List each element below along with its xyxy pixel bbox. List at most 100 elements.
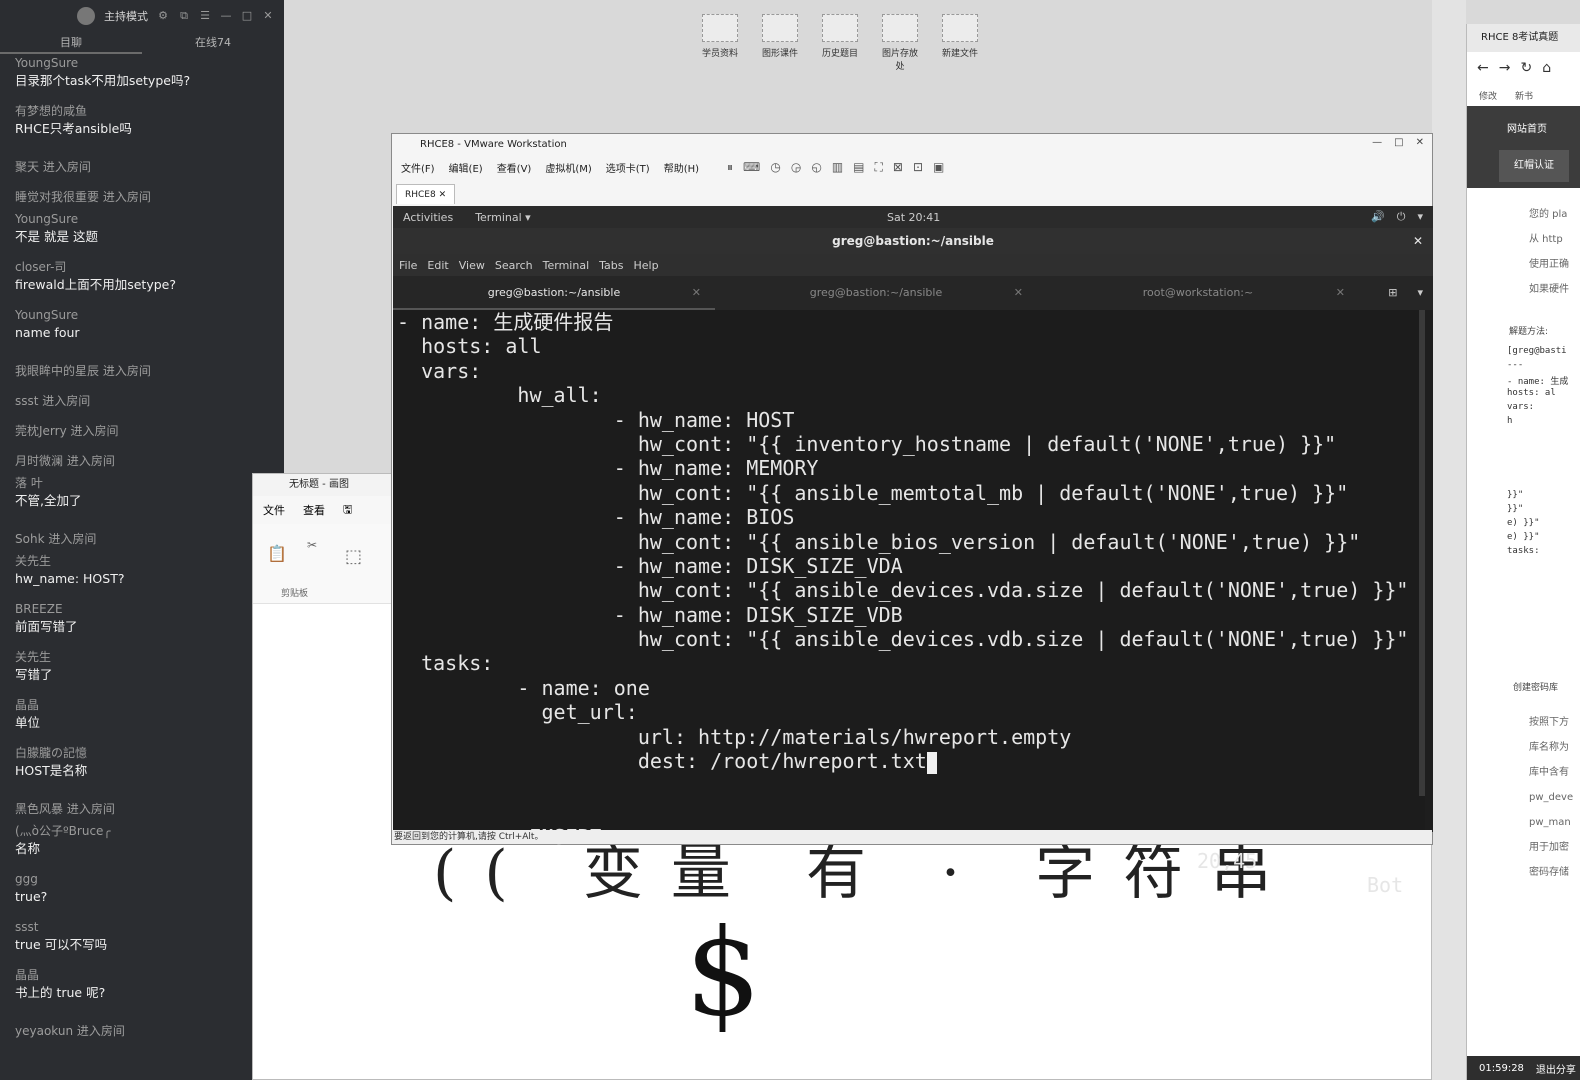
- settings-icon[interactable]: ⚙: [157, 10, 169, 22]
- editor-lines: - name: 生成硬件报告 hosts: all vars: hw_all: …: [393, 310, 1425, 774]
- fullscreen-icon[interactable]: ⛶: [875, 160, 883, 175]
- close-tab-icon[interactable]: ✕: [1336, 276, 1345, 310]
- code-line-text: hw_cont: "{{ inventory_hostname | defaul…: [397, 431, 1337, 456]
- close-icon[interactable]: ✕: [1416, 137, 1424, 148]
- sidebar-icon[interactable]: ▥: [832, 160, 843, 175]
- terminal-app-menu[interactable]: Terminal ▾: [475, 211, 531, 224]
- exit-share-button[interactable]: 退出分享: [1536, 1061, 1576, 1076]
- popout-icon[interactable]: ⧉: [178, 10, 190, 22]
- code-line-text: - name: 生成硬件报告: [397, 310, 614, 334]
- code-line-text: - hw_name: MEMORY: [397, 456, 819, 481]
- forward-icon[interactable]: →: [1499, 60, 1511, 76]
- menu-vm[interactable]: 虚拟机(M): [545, 160, 591, 175]
- chat-tabs: 目聊 在线74: [0, 32, 284, 54]
- volume-icon[interactable]: 🔊: [1371, 210, 1385, 224]
- desktop-icon[interactable]: 历史题目: [818, 14, 862, 72]
- paint-menu-file[interactable]: 文件: [263, 502, 285, 518]
- close-tab-icon[interactable]: ✕: [1014, 276, 1023, 310]
- menu-icon[interactable]: ☰: [199, 10, 211, 22]
- bookmark[interactable]: 修改: [1479, 89, 1497, 102]
- select-icon[interactable]: ⬚: [345, 546, 362, 567]
- terminal-tab[interactable]: greg@bastion:~/ansible ✕: [393, 276, 715, 310]
- terminal-tab-label: greg@bastion:~/ansible: [809, 286, 943, 299]
- menu-edit[interactable]: 编辑(E): [449, 160, 483, 175]
- browser-tab[interactable]: RHCE 8考试真题: [1467, 24, 1580, 52]
- activities-button[interactable]: Activities: [403, 211, 453, 224]
- close-tab-icon[interactable]: ✕: [692, 276, 701, 310]
- menu-help[interactable]: 帮助(H): [664, 160, 699, 175]
- vmware-toolbar: ⏸ ⌨ ◷ ◶ ◵ ▥ ▤ ⛶ ⊠ ⊡ ▣: [727, 160, 944, 175]
- chat-username: BREEZE: [15, 602, 63, 616]
- reload-icon[interactable]: ↻: [1520, 60, 1532, 76]
- clipboard-icon[interactable]: 📋: [267, 544, 287, 563]
- terminal-menu-view[interactable]: View: [459, 259, 485, 272]
- maximize-icon[interactable]: □: [241, 10, 253, 22]
- desktop-icon[interactable]: 图形课件: [758, 14, 802, 72]
- terminal-menu-help[interactable]: Help: [634, 259, 659, 272]
- home-icon[interactable]: ⌂: [1542, 60, 1551, 76]
- chevron-down-icon[interactable]: ▾: [1417, 276, 1423, 310]
- scrollbar[interactable]: [1419, 310, 1425, 796]
- desktop-icon[interactable]: 学员资料: [698, 14, 742, 72]
- code-line: hw_cont: "{{ ansible_memtotal_mb | defau…: [393, 481, 1425, 505]
- cut-icon[interactable]: ✂: [307, 538, 317, 552]
- browser-window: RHCE 8考试真题 ← → ↻ ⌂ 修改 新书 网站首页 红帽认证 您的 pl…: [1466, 24, 1580, 1080]
- send-keys-icon[interactable]: ⌨: [743, 160, 760, 175]
- minimize-icon[interactable]: —: [220, 10, 232, 22]
- terminal-tab[interactable]: root@workstation:~ ✕: [1037, 276, 1359, 310]
- desktop-icon[interactable]: 图片存放处: [878, 14, 922, 72]
- code-line-text: hw_cont: "{{ ansible_devices.vdb.size | …: [397, 627, 1409, 652]
- snapshot-icon[interactable]: ◷: [770, 160, 780, 175]
- terminal-headerbar: greg@bastion:~/ansible ✕: [393, 228, 1433, 254]
- chat-text: 名称: [15, 841, 41, 856]
- menu-file[interactable]: 文件(F): [401, 160, 435, 175]
- unity-icon[interactable]: ⊠: [893, 160, 903, 175]
- close-tab-icon[interactable]: ✕: [439, 190, 447, 200]
- vim-editor[interactable]: - name: 生成硬件报告 hosts: all vars: hw_all: …: [393, 310, 1425, 897]
- chat-username: 有梦想的咸鱼: [15, 104, 88, 118]
- desktop-icon-label: 图形课件: [761, 49, 798, 59]
- tab-chat[interactable]: 目聊: [0, 32, 142, 54]
- pause-icon[interactable]: ⏸: [727, 160, 733, 175]
- console-icon[interactable]: ⊡: [913, 160, 923, 175]
- clock[interactable]: Sat 20:41: [887, 211, 940, 224]
- tab-online[interactable]: 在线74: [142, 32, 284, 54]
- article-line: }}": [1507, 504, 1524, 514]
- chat-username: ssst: [15, 920, 39, 934]
- minimize-icon[interactable]: —: [1372, 137, 1382, 148]
- maximize-icon[interactable]: □: [1394, 137, 1403, 148]
- close-icon[interactable]: ✕: [1413, 228, 1423, 254]
- manage-snapshots-icon[interactable]: ◵: [811, 160, 821, 175]
- terminal-tab[interactable]: greg@bastion:~/ansible ✕: [715, 276, 1037, 310]
- desktop-icon[interactable]: 新建文件: [938, 14, 982, 72]
- terminal-menu-edit[interactable]: Edit: [427, 259, 448, 272]
- terminal-menu-file[interactable]: File: [399, 259, 417, 272]
- chat-text: 前面写错了: [15, 619, 78, 634]
- new-tab-icon[interactable]: ⊞: [1388, 276, 1397, 310]
- back-icon[interactable]: ←: [1477, 60, 1489, 76]
- vm-tab[interactable]: RHCE8 ✕: [396, 184, 456, 204]
- chat-username: ggg: [15, 872, 38, 886]
- article-lines: 您的 pla 从 http 使用正确 如果硬件: [1467, 202, 1580, 302]
- terminal-menu-tabs[interactable]: Tabs: [599, 259, 623, 272]
- close-icon[interactable]: ✕: [262, 10, 274, 22]
- terminal-menu-search[interactable]: Search: [495, 259, 533, 272]
- power-icon[interactable]: ⏻: [1397, 210, 1406, 224]
- paint-menu-view[interactable]: 查看: [303, 502, 325, 518]
- site-nav-button[interactable]: 红帽认证: [1499, 150, 1569, 182]
- split-view-icon[interactable]: ▤: [853, 160, 864, 175]
- menu-view[interactable]: 查看(V): [497, 160, 532, 175]
- shortcut-icon: [762, 14, 798, 42]
- save-icon[interactable]: 🖫: [343, 501, 352, 520]
- menu-tabs[interactable]: 选项卡(T): [606, 160, 650, 175]
- revert-snapshot-icon[interactable]: ◶: [791, 160, 801, 175]
- code-line: - hw_name: BIOS: [393, 505, 1425, 529]
- bookmark[interactable]: 新书: [1515, 89, 1533, 102]
- browser-nav: ← → ↻ ⌂: [1467, 52, 1580, 84]
- stretch-icon[interactable]: ▣: [933, 160, 944, 175]
- terminal-menu-terminal[interactable]: Terminal: [543, 259, 590, 272]
- chat-text: 单位: [15, 715, 41, 730]
- chevron-down-icon[interactable]: ▾: [1417, 210, 1423, 224]
- chat-enter-notice: 我眼眸中的星辰 进入房间: [15, 364, 151, 378]
- site-nav-home[interactable]: 网站首页: [1507, 120, 1547, 135]
